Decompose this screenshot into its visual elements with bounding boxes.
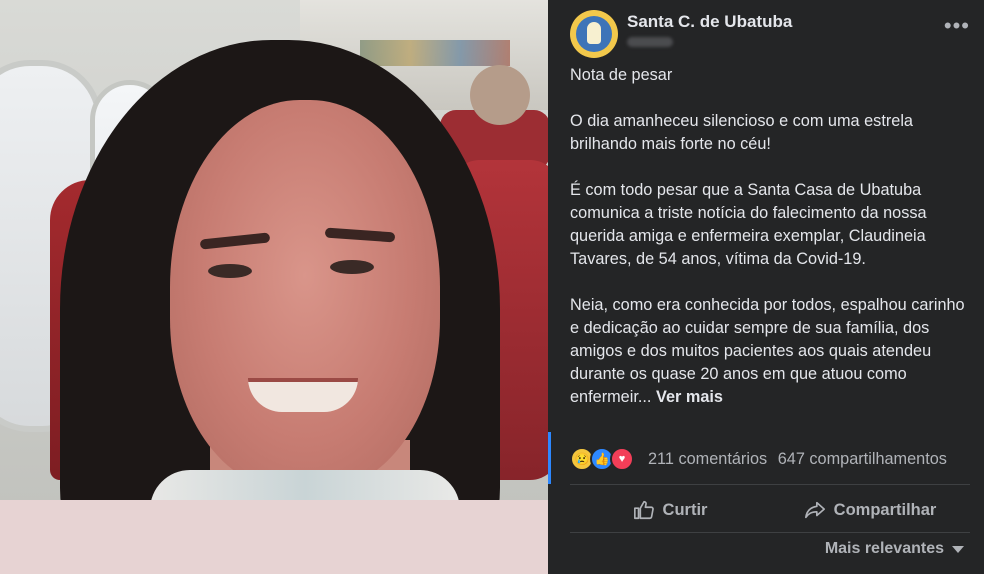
sort-label: Mais relevantes: [824, 540, 944, 557]
shirt: [0, 500, 548, 574]
face: [170, 100, 440, 490]
post-meta[interactable]: [627, 37, 673, 47]
engagement-counts: 211 comentários 647 compartilhamentos: [648, 450, 953, 469]
shares-count[interactable]: 647 compartilhamentos: [778, 450, 947, 468]
love-reaction-icon[interactable]: ♥: [610, 447, 634, 471]
like-label: Curtir: [662, 500, 708, 519]
share-button[interactable]: Compartilhar: [770, 490, 970, 530]
post-header: Santa C. de Ubatuba •••: [570, 10, 970, 60]
post-paragraph: O dia amanheceu silencioso e com uma est…: [570, 112, 913, 153]
post-paragraph-truncated: Neia, como era conhecida por todos, espa…: [570, 294, 970, 409]
post-photo[interactable]: [0, 0, 548, 574]
thumbs-up-icon: [633, 500, 654, 520]
smile: [248, 378, 358, 412]
logo-icon: [576, 16, 612, 52]
comments-count[interactable]: 211 comentários: [648, 450, 767, 468]
see-more-link[interactable]: Ver mais: [656, 388, 723, 406]
comment-sort-dropdown[interactable]: Mais relevantes: [825, 540, 964, 558]
eye: [330, 260, 374, 274]
passenger: [470, 65, 530, 125]
post-paragraph: É com todo pesar que a Santa Casa de Uba…: [570, 181, 927, 268]
like-button[interactable]: Curtir: [570, 490, 770, 530]
more-options-icon[interactable]: •••: [944, 15, 970, 37]
post-paragraph: Neia, como era conhecida por todos, espa…: [570, 296, 965, 406]
page-name[interactable]: Santa C. de Ubatuba: [627, 12, 792, 32]
divider: [570, 532, 970, 533]
screenshot: Santa C. de Ubatuba ••• Nota de pesar O …: [0, 0, 984, 574]
cabin-decoration: [360, 40, 510, 66]
page-avatar[interactable]: [570, 10, 618, 58]
action-bar: Curtir Compartilhar: [570, 490, 970, 530]
post-text: Nota de pesar O dia amanheceu silencioso…: [570, 64, 970, 432]
eye: [208, 264, 252, 278]
divider: [570, 484, 970, 485]
post-paragraph: Nota de pesar: [570, 66, 673, 84]
reactions-bar: 😢 👍 ♥ 211 comentários 647 compartilhamen…: [570, 446, 970, 472]
focus-indicator: [548, 432, 551, 484]
share-arrow-icon: [804, 501, 825, 519]
post-panel: Santa C. de Ubatuba ••• Nota de pesar O …: [548, 0, 984, 574]
caret-down-icon: [952, 545, 964, 553]
share-label: Compartilhar: [833, 500, 937, 519]
